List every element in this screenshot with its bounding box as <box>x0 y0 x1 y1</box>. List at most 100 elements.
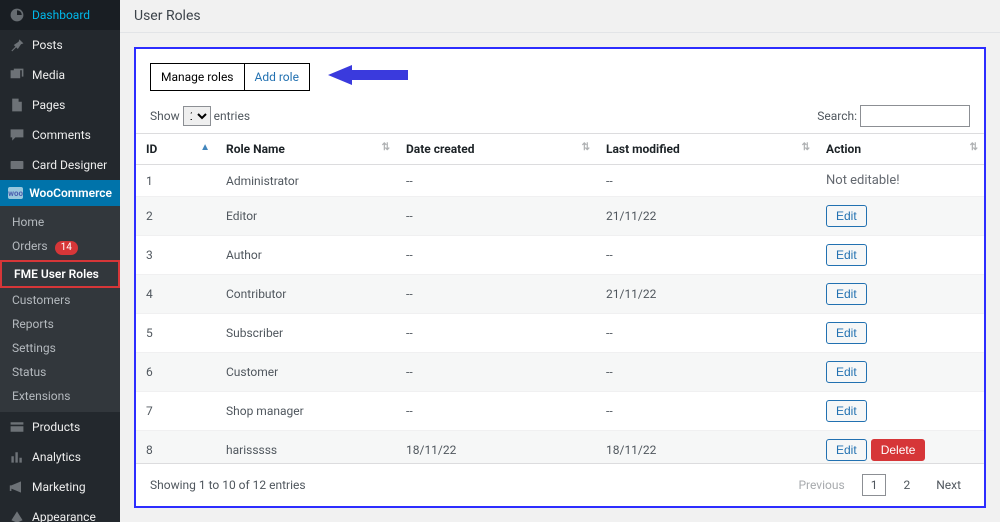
cell-action: Edit <box>816 353 984 392</box>
roles-table: ID▲ Role Name⇅ Date created⇅ Last modifi… <box>136 133 984 463</box>
sort-icon: ⇅ <box>802 142 810 153</box>
sidebar-label: Products <box>32 420 80 434</box>
page-icon <box>8 96 26 114</box>
cell-action: Edit <box>816 275 984 314</box>
sidebar-item-media[interactable]: Media <box>0 60 120 90</box>
sub-customers[interactable]: Customers <box>0 288 120 312</box>
edit-button[interactable]: Edit <box>826 439 867 461</box>
table-info: Showing 1 to 10 of 12 entries <box>150 478 306 492</box>
page-title: User Roles <box>120 0 1000 33</box>
card-icon <box>8 156 26 174</box>
col-created[interactable]: Date created⇅ <box>396 134 596 165</box>
sidebar-item-comments[interactable]: Comments <box>0 120 120 150</box>
appearance-icon <box>8 508 26 522</box>
tab-manage-roles[interactable]: Manage roles <box>150 63 245 91</box>
sub-home[interactable]: Home <box>0 210 120 234</box>
entries-label: entries <box>214 109 250 123</box>
cell-name: Administrator <box>216 165 396 197</box>
tab-add-role[interactable]: Add role <box>245 63 310 91</box>
sub-reports[interactable]: Reports <box>0 312 120 336</box>
table-row: 6Customer----Edit <box>136 353 984 392</box>
sidebar-label: Comments <box>32 128 91 142</box>
sidebar-item-marketing[interactable]: Marketing <box>0 472 120 502</box>
cell-name: Author <box>216 236 396 275</box>
table-row: 5Subscriber----Edit <box>136 314 984 353</box>
edit-button[interactable]: Edit <box>826 205 867 227</box>
sidebar-label: Appearance <box>32 510 96 522</box>
sort-icon: ▲ <box>200 142 210 153</box>
sub-extensions[interactable]: Extensions <box>0 384 120 408</box>
show-entries: Show 100 entries <box>150 106 250 126</box>
cell-created: -- <box>396 275 596 314</box>
sub-orders[interactable]: Orders 14 <box>0 234 120 260</box>
tabs-row: Manage roles Add role <box>136 49 984 101</box>
sidebar-item-analytics[interactable]: Analytics <box>0 442 120 472</box>
sidebar-label: Card Designer <box>32 158 107 172</box>
search-input[interactable] <box>860 105 970 127</box>
edit-button[interactable]: Edit <box>826 283 867 305</box>
cell-action: Edit <box>816 197 984 236</box>
cell-action: Edit <box>816 314 984 353</box>
cell-id: 7 <box>136 392 216 431</box>
comment-icon <box>8 126 26 144</box>
media-icon <box>8 66 26 84</box>
cell-name: Shop manager <box>216 392 396 431</box>
roles-panel: Manage roles Add role Show 100 entries S… <box>134 47 986 508</box>
pin-icon <box>8 36 26 54</box>
cell-id: 5 <box>136 314 216 353</box>
col-modified[interactable]: Last modified⇅ <box>596 134 816 165</box>
sub-status[interactable]: Status <box>0 360 120 384</box>
sidebar-item-woocommerce[interactable]: woo WooCommerce <box>0 180 120 206</box>
cell-modified: 21/11/22 <box>596 275 816 314</box>
sidebar-label: Analytics <box>32 450 81 464</box>
delete-button[interactable]: Delete <box>871 439 926 461</box>
page-prev[interactable]: Previous <box>789 474 853 496</box>
sidebar-label: WooCommerce <box>29 186 112 200</box>
sidebar-label: Posts <box>32 38 63 52</box>
table-row: 1Administrator----Not editable! <box>136 165 984 197</box>
cell-modified: -- <box>596 314 816 353</box>
table-controls: Show 100 entries Search: <box>136 101 984 133</box>
page-next[interactable]: Next <box>927 474 970 496</box>
edit-button[interactable]: Edit <box>826 361 867 383</box>
cell-modified: 21/11/22 <box>596 197 816 236</box>
edit-button[interactable]: Edit <box>826 400 867 422</box>
highlight-arrow-icon <box>328 63 408 91</box>
cell-modified: -- <box>596 353 816 392</box>
marketing-icon <box>8 478 26 496</box>
col-name[interactable]: Role Name⇅ <box>216 134 396 165</box>
cell-created: -- <box>396 197 596 236</box>
cell-modified: -- <box>596 165 816 197</box>
sub-fme-user-roles[interactable]: FME User Roles <box>0 260 120 288</box>
sidebar-label: Media <box>32 68 65 82</box>
roles-table-wrap: ID▲ Role Name⇅ Date created⇅ Last modifi… <box>136 133 984 463</box>
show-label: Show <box>150 109 180 123</box>
sidebar-label: Pages <box>32 98 65 112</box>
sidebar-item-appearance[interactable]: Appearance <box>0 502 120 522</box>
cell-id: 4 <box>136 275 216 314</box>
cell-created: -- <box>396 165 596 197</box>
cell-id: 8 <box>136 431 216 464</box>
sub-settings[interactable]: Settings <box>0 336 120 360</box>
cell-name: Subscriber <box>216 314 396 353</box>
sidebar-label: Marketing <box>32 480 86 494</box>
woocommerce-submenu: Home Orders 14 FME User Roles Customers … <box>0 206 120 412</box>
sidebar-item-dashboard[interactable]: Dashboard <box>0 0 120 30</box>
col-id[interactable]: ID▲ <box>136 134 216 165</box>
sidebar-label: Dashboard <box>32 8 90 22</box>
page-1[interactable]: 1 <box>862 474 887 496</box>
main-content: User Roles Manage roles Add role Show 10… <box>120 0 1000 522</box>
cell-created: -- <box>396 236 596 275</box>
sidebar-item-products[interactable]: Products <box>0 412 120 442</box>
entries-select[interactable]: 100 <box>183 106 211 126</box>
sidebar-item-posts[interactable]: Posts <box>0 30 120 60</box>
sidebar-item-pages[interactable]: Pages <box>0 90 120 120</box>
cell-id: 1 <box>136 165 216 197</box>
sidebar-item-card-designer[interactable]: Card Designer <box>0 150 120 180</box>
edit-button[interactable]: Edit <box>826 322 867 344</box>
col-action[interactable]: Action⇅ <box>816 134 984 165</box>
edit-button[interactable]: Edit <box>826 244 867 266</box>
page-2[interactable]: 2 <box>894 474 919 496</box>
table-row: 4Contributor--21/11/22Edit <box>136 275 984 314</box>
table-row: 8harisssss18/11/2218/11/22EditDelete <box>136 431 984 464</box>
